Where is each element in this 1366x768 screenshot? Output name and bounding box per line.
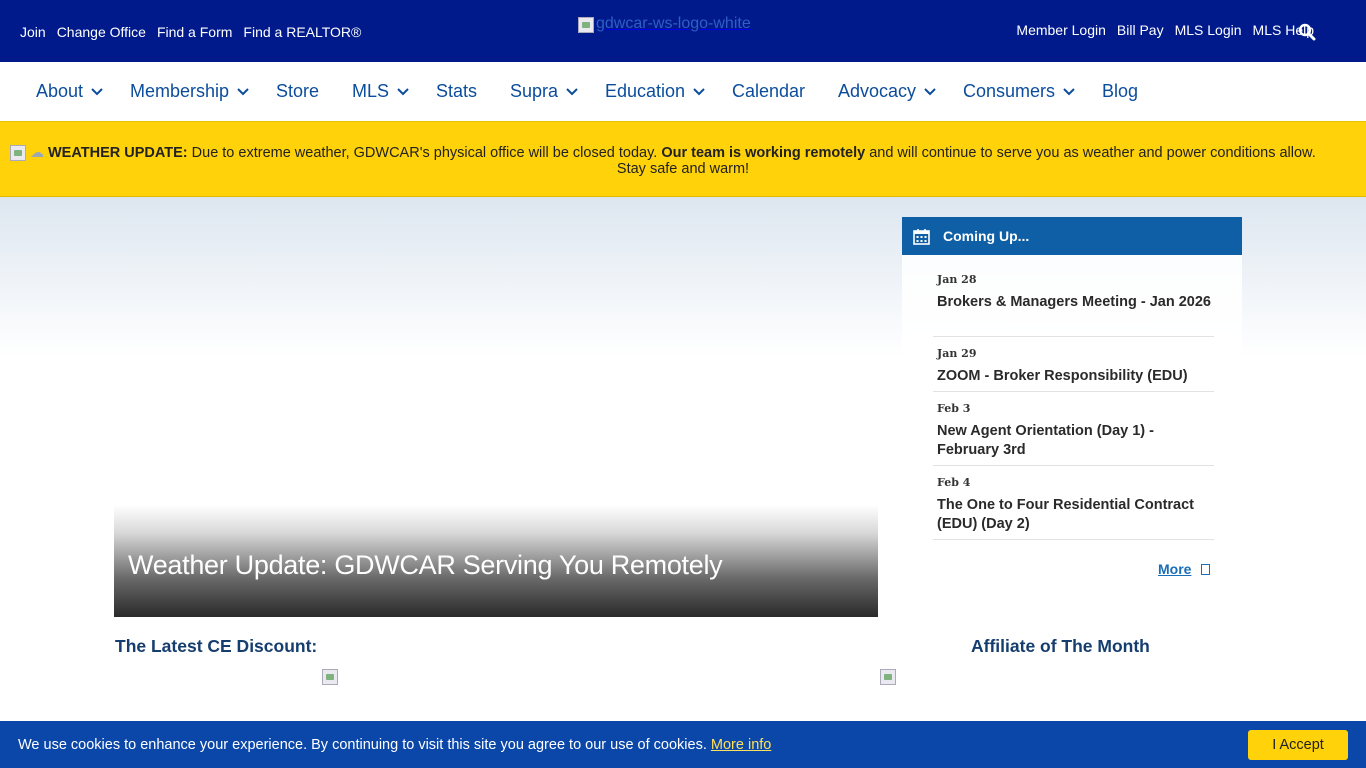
nav-label: MLS: [352, 81, 390, 101]
chevron-down-icon: [397, 87, 409, 95]
nav-consumers[interactable]: Consumers: [963, 81, 1075, 102]
event-item[interactable]: Feb 3 New Agent Orientation (Day 1) - Fe…: [933, 396, 1214, 466]
nav-label: About: [36, 81, 84, 101]
more-info-link[interactable]: More info: [711, 737, 771, 753]
nav-education[interactable]: Education: [605, 81, 705, 102]
affiliate-heading: Affiliate of The Month: [971, 636, 1150, 656]
chevron-down-icon: [91, 87, 103, 95]
hero-slider[interactable]: Weather Update: GDWCAR Serving You Remot…: [114, 505, 878, 617]
more-label: More: [1158, 561, 1192, 577]
member-login-link[interactable]: Member Login: [1016, 22, 1106, 38]
chevron-down-icon: [924, 87, 936, 95]
find-a-form-link[interactable]: Find a Form: [157, 24, 232, 40]
alert-bold-text: Our team is working remotely: [661, 144, 866, 161]
site-logo[interactable]: gdwcar-ws-logo-white: [578, 15, 751, 33]
accept-cookies-button[interactable]: I Accept: [1248, 730, 1348, 760]
cookie-text: We use cookies to enhance your experienc…: [18, 737, 711, 753]
alert-label: WEATHER UPDATE:: [48, 144, 188, 161]
cloud-icon: ☁: [30, 144, 44, 160]
event-title[interactable]: ZOOM - Broker Responsibility (EDU): [937, 367, 1212, 386]
nav-supra[interactable]: Supra: [510, 81, 578, 102]
nav-label: Blog: [1102, 81, 1139, 101]
calendar-icon: [913, 229, 930, 245]
coming-up-header: Coming Up...: [902, 217, 1242, 255]
more-events-link[interactable]: More: [1158, 561, 1211, 577]
join-link[interactable]: Join: [20, 24, 46, 40]
event-date: Feb 3: [937, 402, 971, 415]
coming-up-title: Coming Up...: [943, 228, 1030, 244]
search-icon[interactable]: [1298, 23, 1316, 41]
cookie-banner: We use cookies to enhance your experienc…: [0, 721, 1366, 768]
nav-label: Supra: [510, 81, 559, 101]
weather-alert-banner: ☁ WEATHER UPDATE: Due to extreme weather…: [0, 121, 1366, 197]
event-date: Feb 4: [937, 476, 971, 489]
nav-mls[interactable]: MLS: [352, 81, 409, 102]
event-item[interactable]: Feb 4 The One to Four Residential Contra…: [933, 470, 1214, 540]
broken-image-icon[interactable]: [322, 669, 338, 685]
event-title[interactable]: New Agent Orientation (Day 1) - February…: [937, 422, 1212, 460]
main-nav: About Membership Store MLS Stats Supra E…: [0, 62, 1366, 121]
nav-blog[interactable]: Blog: [1102, 81, 1138, 102]
event-item[interactable]: Jan 28 Brokers & Managers Meeting - Jan …: [933, 267, 1214, 337]
cookie-text-wrap: We use cookies to enhance your experienc…: [18, 737, 771, 753]
nav-store[interactable]: Store: [276, 81, 319, 102]
chevron-down-icon: [693, 87, 705, 95]
find-a-realtor-link[interactable]: Find a REALTOR®: [243, 24, 361, 40]
event-title[interactable]: The One to Four Residential Contract (ED…: [937, 496, 1212, 534]
coming-up-panel: Coming Up... Jan 28 Brokers & Managers M…: [902, 217, 1242, 597]
change-office-link[interactable]: Change Office: [57, 24, 146, 40]
ce-discount-heading: The Latest CE Discount:: [115, 636, 318, 656]
nav-advocacy[interactable]: Advocacy: [838, 81, 936, 102]
top-bar: Join Change Office Find a Form Find a RE…: [0, 0, 1366, 62]
chevron-down-icon: [237, 87, 249, 95]
alert-line-1: ☁ WEATHER UPDATE: Due to extreme weather…: [10, 144, 1360, 161]
nav-label: Calendar: [732, 81, 806, 101]
chevron-down-icon: [1063, 87, 1075, 95]
event-item[interactable]: Jan 29 ZOOM - Broker Responsibility (EDU…: [933, 341, 1214, 392]
nav-membership[interactable]: Membership: [130, 81, 249, 102]
nav-calendar[interactable]: Calendar: [732, 81, 805, 102]
alert-text: Due to extreme weather, GDWCAR's physica…: [187, 144, 662, 161]
broken-image-icon: [10, 144, 26, 161]
event-date: Jan 28: [937, 273, 977, 286]
nav-label: Consumers: [963, 81, 1056, 101]
alert-text-wrap: WEATHER UPDATE: Due to extreme weather, …: [48, 145, 1316, 161]
utility-links-right: Member Login Bill Pay MLS Login MLS Help: [1016, 22, 1314, 38]
logo-alt-text: gdwcar-ws-logo-white: [596, 15, 751, 32]
nav-stats[interactable]: Stats: [436, 81, 477, 102]
external-link-icon: [1201, 563, 1211, 575]
chevron-down-icon: [566, 87, 578, 95]
alert-line-2: Stay safe and warm!: [616, 161, 750, 177]
event-title[interactable]: Brokers & Managers Meeting - Jan 2026: [937, 293, 1212, 312]
nav-label: Store: [276, 81, 320, 101]
nav-label: Stats: [436, 81, 478, 101]
broken-image-icon: [578, 17, 594, 33]
nav-label: Advocacy: [838, 81, 917, 101]
slider-title[interactable]: Weather Update: GDWCAR Serving You Remot…: [128, 550, 723, 581]
bill-pay-link[interactable]: Bill Pay: [1117, 22, 1164, 38]
utility-links-left: Join Change Office Find a Form Find a RE…: [20, 24, 361, 40]
nav-about[interactable]: About: [36, 81, 103, 102]
mls-login-link[interactable]: MLS Login: [1175, 22, 1242, 38]
event-date: Jan 29: [937, 347, 977, 360]
nav-label: Education: [605, 81, 686, 101]
broken-image-icon[interactable]: [880, 669, 896, 685]
nav-label: Membership: [130, 81, 230, 101]
alert-text-end: and will continue to serve you as weathe…: [865, 144, 1316, 161]
